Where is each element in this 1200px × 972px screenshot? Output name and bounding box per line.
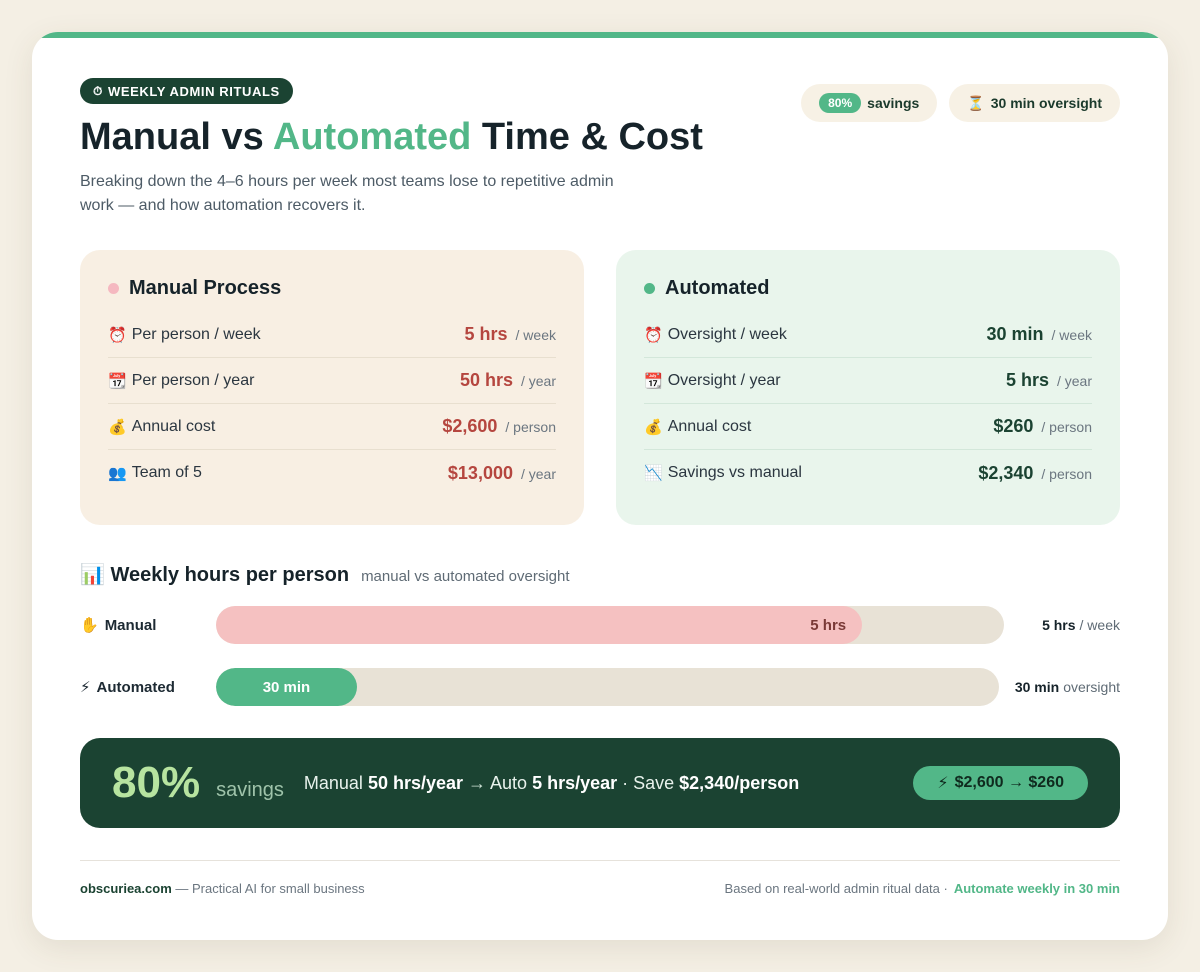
automated-panel: Automated ⏰ Oversight / week 30 min / week… [616, 250, 1120, 525]
automated-row: 💰 Annual cost $260 / person [644, 404, 1092, 450]
savings-chip: 80% [819, 93, 862, 113]
manual-row: 📆 Per person / year 50 hrs / year [108, 358, 556, 404]
row-value: $2,340 [978, 462, 1034, 483]
title-start: Manual vs [80, 116, 273, 158]
manual-row: 💰 Annual cost $2,600 / person [108, 404, 556, 450]
row-unit: / year [1056, 373, 1092, 389]
alarm-clock-icon: ⏰ [108, 326, 127, 344]
footer-brand: obscuriea.com — Practical AI for small b… [80, 881, 365, 896]
title-accent: Automated [272, 116, 472, 158]
manual-panel: Manual Process ⏰ Per person / week 5 hrs /… [80, 250, 584, 525]
automated-bar-end: 30 min oversight [1014, 679, 1120, 695]
alarm-clock-icon: ⏰ [644, 326, 663, 344]
infographic-card: ⏱ WEEKLY ADMIN RITUALS 80% savings ⏳ 30 … [32, 32, 1168, 940]
oversight-pill-label: 30 min oversight [990, 95, 1102, 111]
row-value: 30 min [986, 324, 1044, 344]
bar-chart-icon: 📊 [80, 564, 105, 586]
kicker-label: WEEKLY ADMIN RITUALS [107, 83, 280, 99]
stopwatch-icon: ⏱ [93, 83, 103, 98]
row-label: Annual cost [667, 417, 752, 435]
kicker-badge: ⏱ WEEKLY ADMIN RITUALS [80, 78, 293, 104]
lightning-icon: ⚡ [80, 679, 91, 696]
automated-bar-row: ⚡ Automated 30 min 30 min oversight [80, 668, 1120, 706]
footer-note: Based on real-world admin ritual data · A… [724, 881, 1120, 896]
row-label: Annual cost [131, 417, 216, 435]
savings-pill: 80% savings [801, 84, 938, 122]
automated-dot-icon [644, 282, 655, 294]
manual-dot-icon [108, 282, 119, 294]
automated-row: 📆 Oversight / year 5 hrs / year [644, 358, 1092, 404]
bars-section-subtitle: manual vs automated oversight [361, 568, 570, 585]
row-unit: / week [515, 327, 556, 343]
automated-row: 📉 Savings vs manual $2,340 / person [644, 450, 1092, 496]
oversight-pill: ⏳ 30 min oversight [949, 84, 1120, 122]
brand-link[interactable]: obscuriea.com [80, 881, 172, 896]
row-label: Savings vs manual [667, 464, 802, 481]
top-accent-bar [32, 32, 1168, 38]
row-unit: / year [520, 373, 556, 389]
raised-hand-icon: ✋ [80, 617, 99, 634]
row-value: $13,000 [447, 462, 513, 483]
savings-summary: Manual 50 hrs/year → Auto 5 hrs/year · S… [303, 772, 800, 793]
row-label: Oversight / year [667, 371, 781, 389]
manual-row: 👥 Team of 5 $13,000 / year [108, 450, 556, 496]
row-value: 5 hrs [464, 324, 508, 344]
calendar-icon: 📆 [644, 372, 663, 390]
manual-bar-label: ✋ Manual [80, 616, 157, 635]
bars-section-header: 📊 Weekly hours per person manual vs auto… [80, 562, 570, 587]
manual-bar-row: ✋ Manual 5 hrs 5 hrs / week [80, 606, 1120, 644]
manual-panel-header: Manual Process [108, 276, 556, 300]
money-bag-icon: 💰 [644, 418, 663, 436]
automated-panel-header: Automated [644, 276, 1092, 300]
team-icon: 👥 [108, 465, 127, 482]
savings-banner: 80% savings Manual 50 hrs/year → Auto 5 … [80, 738, 1120, 828]
automated-bar-fill: 30 min [216, 668, 357, 706]
row-value: $2,600 [442, 416, 498, 436]
header-pills: 80% savings ⏳ 30 min oversight [801, 84, 1120, 122]
savings-label: savings [216, 778, 284, 801]
savings-pill-label: savings [867, 95, 920, 111]
manual-bar-end: 5 hrs / week [1042, 617, 1120, 633]
row-unit: / person [1041, 419, 1092, 435]
money-bag-icon: 💰 [108, 418, 127, 436]
footer-divider [80, 860, 1120, 861]
manual-row: ⏰ Per person / week 5 hrs / week [108, 312, 556, 358]
row-label: Per person / week [131, 325, 261, 343]
automated-bar-track: 30 min [216, 668, 999, 706]
manual-panel-title: Manual Process [129, 276, 282, 299]
row-label: Team of 5 [131, 464, 202, 481]
manual-bar-track: 5 hrs [216, 606, 1004, 644]
row-unit: / person [1041, 465, 1092, 482]
automated-panel-title: Automated [665, 276, 770, 299]
footer-cta[interactable]: Automate weekly in 30 min [954, 881, 1120, 896]
savings-percentage: 80% [112, 758, 201, 807]
hourglass-icon: ⏳ [967, 94, 985, 111]
row-value: 5 hrs [1005, 370, 1049, 390]
row-unit: / year [520, 465, 556, 482]
page-title: Manual vs Automated Time & Cost [80, 116, 703, 159]
automated-row: ⏰ Oversight / week 30 min / week [644, 312, 1092, 358]
row-label: Oversight / week [667, 325, 787, 343]
row-unit: / week [1051, 327, 1092, 343]
chart-decreasing-icon: 📉 [644, 465, 663, 482]
title-end: Time & Cost [471, 116, 703, 158]
manual-bar-fill: 5 hrs [216, 606, 863, 644]
row-unit: / person [505, 419, 556, 435]
lightning-icon: ⚡ [937, 775, 949, 792]
row-value: $260 [993, 416, 1034, 436]
calendar-icon: 📆 [108, 372, 127, 390]
automated-bar-label: ⚡ Automated [80, 678, 175, 697]
row-value: 50 hrs [459, 370, 513, 390]
cost-comparison-chip: ⚡ $2,600 → $260 [913, 766, 1088, 800]
page-subtitle: Breaking down the 4–6 hours per week mos… [80, 173, 614, 214]
row-label: Per person / year [131, 371, 255, 389]
bars-section-title: 📊 Weekly hours per person [80, 564, 350, 586]
